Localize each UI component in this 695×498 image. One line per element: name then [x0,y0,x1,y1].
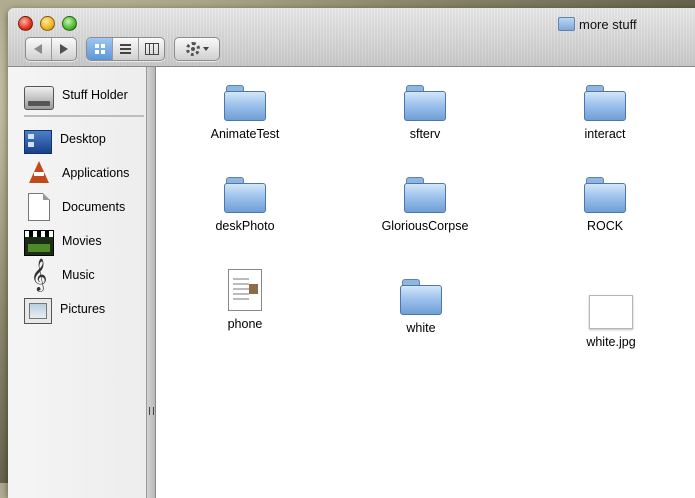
sidebar-splitter[interactable] [147,67,156,498]
sidebar-item-label: Documents [62,200,126,214]
sidebar-item-desktop[interactable]: Desktop [24,125,106,154]
back-button[interactable] [26,38,52,60]
file-name: ROCK [586,219,624,233]
file-name: deskPhoto [215,219,275,233]
minimize-button[interactable] [40,16,55,31]
forward-button[interactable] [52,38,77,60]
view-mode-buttons [86,37,165,61]
sidebar-item-label: Music [62,268,95,282]
applications-icon [24,159,54,187]
zoom-button[interactable] [62,16,77,31]
documents-icon-wrap [24,193,54,221]
back-arrow-icon [34,44,43,54]
file-name: AnimateTest [210,127,280,141]
movies-icon [24,230,54,256]
sidebar-item-music[interactable]: 𝄞 Music [24,261,95,289]
window-toolbar: more stuff [8,8,695,67]
file-name: interact [584,127,626,141]
folder-icon [400,277,442,315]
chevron-down-icon [202,47,209,51]
finder-window: more stuff Stuff Holder Desktop Applicat… [8,8,695,498]
window-title-text: more stuff [579,16,637,32]
sidebar-item-stuff-holder[interactable]: Stuff Holder [24,81,128,110]
sidebar-item-label: Stuff Holder [62,88,128,102]
file-item[interactable]: interact [535,83,675,141]
sidebar-item-label: Movies [62,234,102,248]
file-item[interactable]: white.jpg [541,295,681,349]
sidebar-item-documents[interactable]: Documents [24,193,125,221]
file-item[interactable]: sfterv [355,83,495,141]
list-view-button[interactable] [113,38,139,60]
window-title: more stuff [558,16,637,32]
file-name: GloriousCorpse [381,219,469,233]
sidebar-item-applications[interactable]: Applications [24,159,129,187]
music-icon: 𝄞 [30,258,48,291]
column-view-button[interactable] [139,38,164,60]
sidebar-item-label: Applications [62,166,130,180]
file-item[interactable]: GloriousCorpse [355,175,495,233]
sidebar-item-label: Pictures [60,302,106,316]
file-name: white.jpg [586,335,636,349]
pictures-icon [24,298,52,324]
forward-arrow-icon [59,44,68,54]
folder-icon [558,17,575,31]
folder-icon [404,175,446,213]
hard-disk-icon [24,86,54,110]
sidebar-item-label: Desktop [60,132,106,146]
file-item[interactable]: white [351,277,491,335]
close-button[interactable] [18,16,33,31]
action-menu-button[interactable] [174,37,220,61]
sidebar: Stuff Holder Desktop Applications Docume… [8,67,147,498]
file-name: phone [227,317,263,331]
file-item[interactable]: ROCK [535,175,675,233]
sidebar-divider [24,115,144,117]
text-document-icon [228,269,262,311]
file-name: white [406,321,436,335]
file-area: AnimateTest sfterv interact deskPhoto Gl… [156,67,695,498]
icon-view-button[interactable] [87,38,113,60]
file-item[interactable]: phone [175,269,315,331]
file-name: sfterv [409,127,441,141]
sidebar-item-pictures[interactable]: Pictures [24,295,106,324]
file-item[interactable]: AnimateTest [175,83,315,141]
folder-icon [584,83,626,121]
sidebar-item-movies[interactable]: Movies [24,227,102,256]
desktop-icon [24,130,52,154]
image-file-icon [589,295,633,329]
icon-view-icon [94,44,105,54]
folder-icon [224,175,266,213]
gear-icon [185,42,200,56]
documents-icon [28,193,50,221]
back-forward-buttons [25,37,77,61]
list-view-icon [120,44,131,54]
folder-icon [584,175,626,213]
folder-icon [224,83,266,121]
folder-icon [404,83,446,121]
file-item[interactable]: deskPhoto [175,175,315,233]
splitter-handle-icon [149,407,154,415]
column-view-icon [144,43,159,55]
